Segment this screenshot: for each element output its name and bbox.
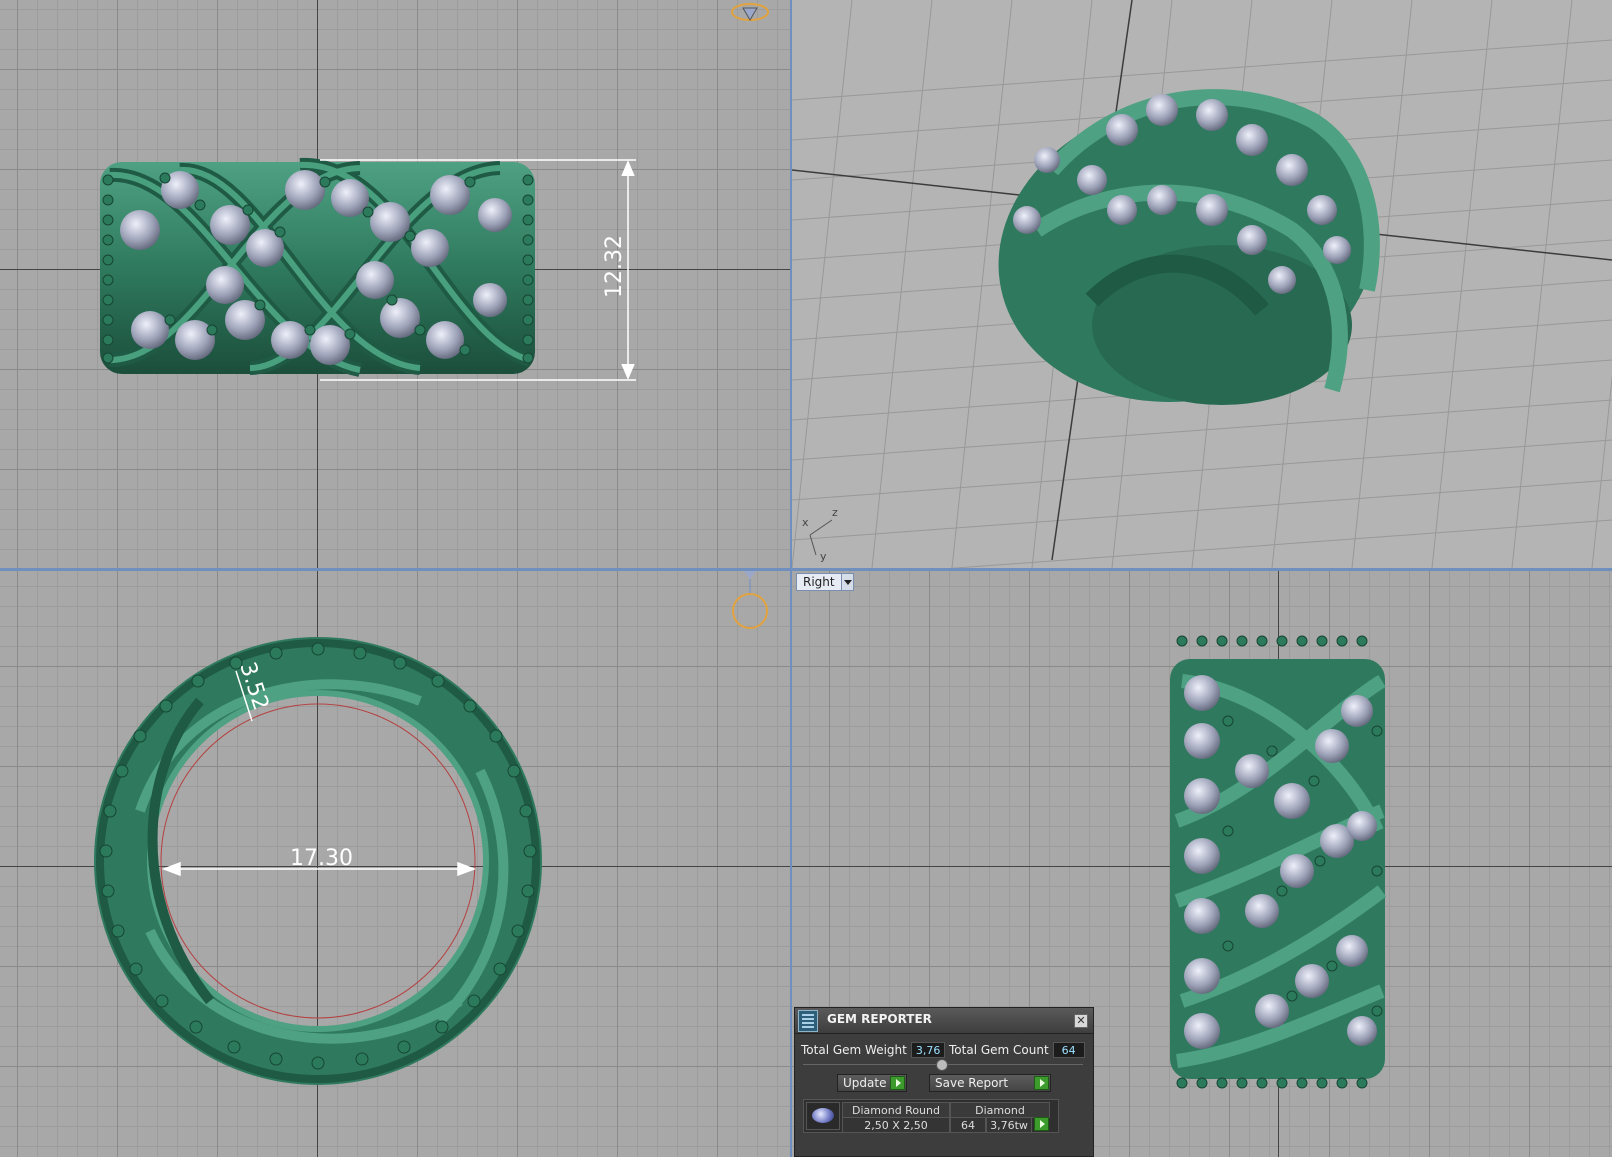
total-gem-weight-value: 3,76 bbox=[910, 1042, 946, 1058]
play-icon[interactable] bbox=[1034, 1117, 1049, 1131]
ring-gem-orientation-icon[interactable] bbox=[731, 3, 769, 21]
viewport-front[interactable]: 3.52 17.30 bbox=[0, 571, 790, 1157]
cad-workspace: 12.32 x z y 3.52 17.30 Right GEM REPORTE… bbox=[0, 0, 1612, 1157]
total-gem-count-value: 64 bbox=[1052, 1042, 1085, 1058]
play-icon[interactable] bbox=[890, 1076, 905, 1090]
gem-material-cell: Diamond bbox=[950, 1102, 1050, 1118]
axis-label-y: y bbox=[820, 550, 827, 563]
play-icon[interactable] bbox=[1034, 1076, 1049, 1090]
total-gem-count-label: Total Gem Count bbox=[949, 1043, 1049, 1057]
chevron-down-icon[interactable] bbox=[840, 574, 853, 590]
axis-label-z: z bbox=[832, 506, 838, 519]
total-gem-weight-label: Total Gem Weight bbox=[801, 1043, 907, 1057]
gem-weight-cell: 3,76tw bbox=[986, 1117, 1032, 1133]
update-button-label: Update bbox=[843, 1076, 887, 1090]
ring-top-view: 12.32 bbox=[100, 3, 769, 381]
viewport-divider-horizontal[interactable] bbox=[0, 568, 1612, 571]
save-report-button[interactable]: Save Report bbox=[929, 1074, 1051, 1092]
update-button[interactable]: Update bbox=[837, 1074, 907, 1092]
gem-reporter-title: GEM REPORTER bbox=[827, 1012, 932, 1026]
viewport-perspective[interactable]: x z y bbox=[792, 0, 1612, 568]
diamond-round-icon bbox=[806, 1102, 840, 1130]
axis-label-x: x bbox=[802, 516, 809, 529]
ring-orientation-icon[interactable] bbox=[732, 571, 768, 629]
total-gem-count: Total Gem Count 64 bbox=[949, 1041, 1085, 1059]
diameter-dimension-label: 17.30 bbox=[290, 846, 353, 871]
gem-count-cell: 64 bbox=[950, 1117, 986, 1133]
save-report-button-label: Save Report bbox=[935, 1076, 1009, 1090]
ring-perspective bbox=[998, 89, 1380, 405]
close-icon[interactable]: ✕ bbox=[1074, 1014, 1088, 1028]
gem-reporter-icon bbox=[798, 1010, 818, 1032]
gem-reporter-titlebar[interactable]: GEM REPORTER ✕ bbox=[795, 1008, 1093, 1034]
view-selector-label: Right bbox=[803, 575, 835, 589]
perspective-axis-triad: x z y bbox=[802, 506, 838, 563]
gem-size-cell: 2,50 X 2,50 bbox=[842, 1117, 950, 1133]
gem-table: Diamond Round 2,50 X 2,50 Diamond 64 3,7… bbox=[803, 1099, 1059, 1133]
ring-front-view: 3.52 17.30 bbox=[94, 571, 768, 1085]
viewport-divider-vertical[interactable] bbox=[790, 0, 792, 1157]
gem-shape-cell: Diamond Round bbox=[842, 1102, 950, 1118]
collapse-handle[interactable] bbox=[936, 1059, 948, 1071]
total-gem-weight: Total Gem Weight 3,76 bbox=[801, 1041, 946, 1059]
viewport-top[interactable]: 12.32 bbox=[0, 0, 790, 568]
perspective-scene: x z y bbox=[792, 0, 1612, 568]
gem-reporter-panel: GEM REPORTER ✕ Total Gem Weight 3,76 Tot… bbox=[794, 1007, 1094, 1157]
height-dimension-label: 12.32 bbox=[602, 235, 627, 298]
view-selector[interactable]: Right bbox=[796, 573, 854, 591]
